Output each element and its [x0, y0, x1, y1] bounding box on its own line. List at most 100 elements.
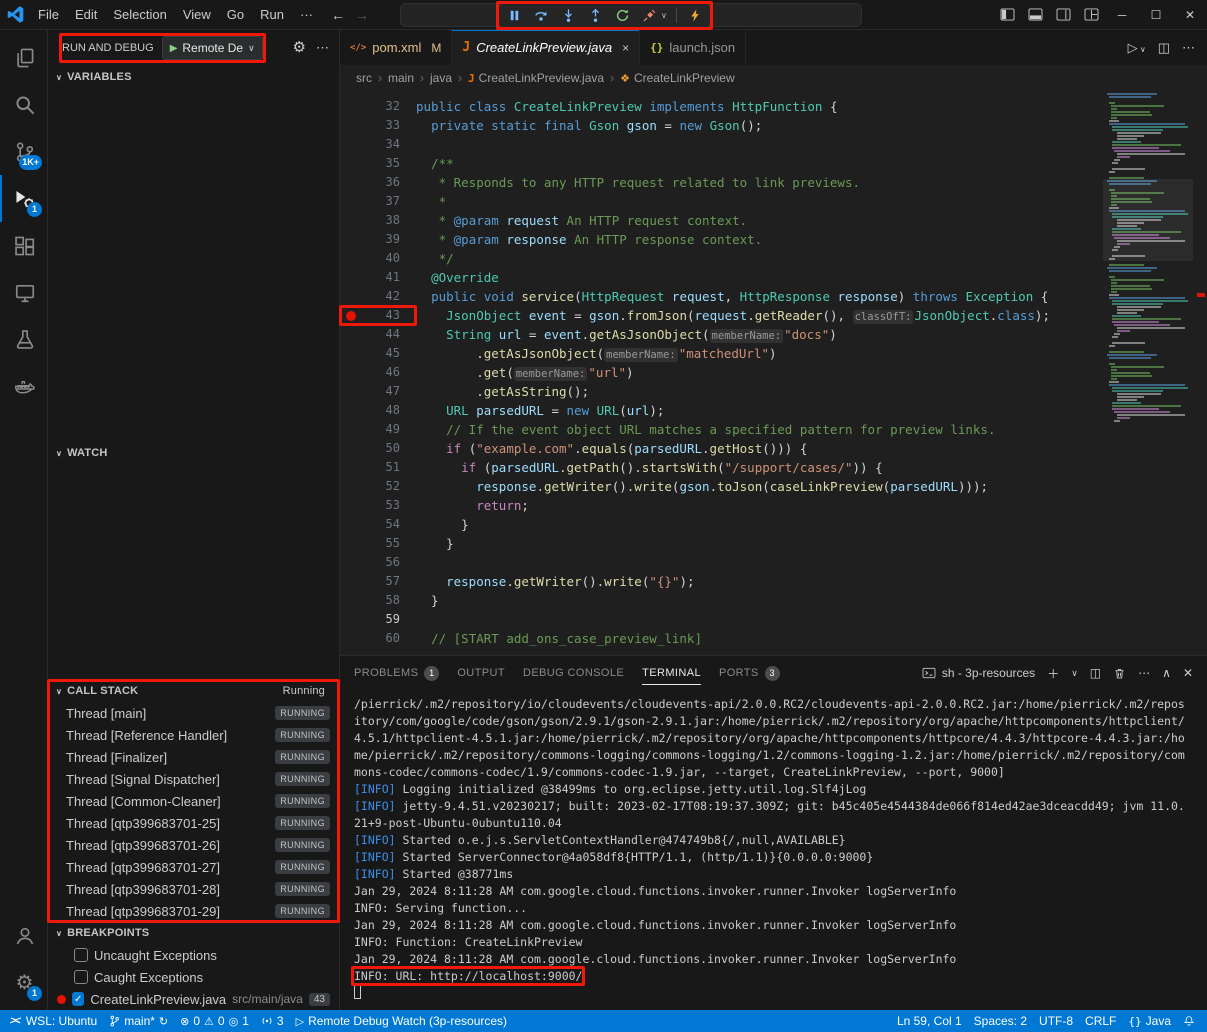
step-into-icon[interactable] — [559, 7, 577, 25]
activity-settings-icon[interactable]: ⚙1 — [0, 959, 47, 1006]
code-line[interactable]: 40 */ — [340, 249, 1097, 268]
pause-icon[interactable] — [505, 7, 523, 25]
maximize-button[interactable]: ☐ — [1139, 0, 1173, 30]
breakpoint-margin[interactable] — [340, 287, 362, 306]
thread-row[interactable]: Thread [Signal Dispatcher]RUNNING — [48, 768, 339, 790]
call-stack-header[interactable]: ∨ CALL STACK Running — [48, 680, 339, 702]
line-gutter[interactable]: 33 — [340, 116, 416, 135]
thread-row[interactable]: Thread [Reference Handler]RUNNING — [48, 724, 339, 746]
breakpoint-margin[interactable] — [340, 610, 362, 629]
line-gutter[interactable]: 55 — [340, 534, 416, 553]
code-line[interactable]: 44 String url = event.getAsJsonObject(me… — [340, 325, 1097, 344]
breakpoint-margin[interactable] — [340, 97, 362, 116]
menu-run[interactable]: Run — [252, 4, 292, 26]
step-over-icon[interactable] — [532, 7, 550, 25]
line-gutter[interactable]: 46 — [340, 363, 416, 382]
line-gutter[interactable]: 50 — [340, 439, 416, 458]
breakpoint-row[interactable]: Uncaught Exceptions — [48, 944, 339, 966]
line-gutter[interactable]: 35 — [340, 154, 416, 173]
line-gutter[interactable]: 41 — [340, 268, 416, 287]
code-line[interactable]: 38 * @param request An HTTP request cont… — [340, 211, 1097, 230]
breakpoint-margin[interactable] — [340, 401, 362, 420]
code-line[interactable]: 45 .getAsJsonObject(memberName:"matchedU… — [340, 344, 1097, 363]
line-gutter[interactable]: 56 — [340, 553, 416, 572]
activity-search-icon[interactable] — [0, 81, 47, 128]
tab-pom-xml[interactable]: </>pom.xmlM — [340, 30, 452, 65]
terminal-dropdown-icon[interactable]: ∨ — [1071, 668, 1078, 679]
panel-tab-output[interactable]: OUTPUT — [457, 656, 505, 690]
line-gutter[interactable]: 54 — [340, 515, 416, 534]
activity-extensions-icon[interactable] — [0, 222, 47, 269]
breakpoint-margin[interactable] — [340, 173, 362, 192]
line-gutter[interactable]: 42 — [340, 287, 416, 306]
close-tab-icon[interactable]: × — [622, 41, 629, 55]
code-line[interactable]: 58 } — [340, 591, 1097, 610]
menu-selection[interactable]: Selection — [105, 4, 174, 26]
breadcrumb-item[interactable]: JCreateLinkPreview.java — [468, 71, 604, 85]
activity-testing-icon[interactable] — [0, 316, 47, 363]
code-line[interactable]: 55 } — [340, 534, 1097, 553]
breakpoint-margin[interactable] — [340, 420, 362, 439]
breakpoint-checkbox[interactable] — [74, 948, 88, 962]
code-line[interactable]: 51 if (parsedURL.getPath().startsWith("/… — [340, 458, 1097, 477]
panel-tab-debug-console[interactable]: DEBUG CONSOLE — [523, 656, 624, 690]
language-mode[interactable]: {} Java — [1122, 1010, 1177, 1032]
minimize-button[interactable]: ─ — [1105, 0, 1139, 30]
breakpoint-margin[interactable] — [340, 116, 362, 135]
minimap-slider[interactable] — [1103, 179, 1193, 261]
breakpoint-margin[interactable] — [340, 325, 362, 344]
line-gutter[interactable]: 59 — [340, 610, 416, 629]
watch-header[interactable]: ∨ WATCH — [48, 442, 339, 464]
code-line[interactable]: 57 response.getWriter().write("{}"); — [340, 572, 1097, 591]
line-gutter[interactable]: 52 — [340, 477, 416, 496]
line-gutter[interactable]: 51 — [340, 458, 416, 477]
close-panel-icon[interactable]: ✕ — [1183, 666, 1193, 680]
terminal-instance-select[interactable]: sh - 3p-resources — [922, 666, 1035, 680]
thread-row[interactable]: Thread [Finalizer]RUNNING — [48, 746, 339, 768]
problems-status[interactable]: ⊗ 0 ⚠ 0 ◎ 1 — [174, 1010, 255, 1032]
launch-config-dropdown[interactable]: ▶ Remote De ∨ — [162, 36, 263, 60]
tab-launch-json[interactable]: {}launch.json — [640, 30, 746, 65]
breakpoint-margin[interactable] — [340, 268, 362, 287]
remote-indicator[interactable]: >< WSL: Ubuntu — [0, 1010, 103, 1032]
code-line[interactable]: 33 private static final Gson gson = new … — [340, 116, 1097, 135]
breakpoint-margin[interactable] — [340, 496, 362, 515]
code-line[interactable]: 32public class CreateLinkPreview impleme… — [340, 97, 1097, 116]
breakpoint-margin[interactable] — [340, 306, 362, 325]
line-gutter[interactable]: 37 — [340, 192, 416, 211]
eol-setting[interactable]: CRLF — [1079, 1010, 1122, 1032]
panel-more-actions-icon[interactable]: ⋯ — [1138, 666, 1150, 680]
line-gutter[interactable]: 58 — [340, 591, 416, 610]
menu-edit[interactable]: Edit — [67, 4, 105, 26]
code-line[interactable]: 53 return; — [340, 496, 1097, 515]
line-gutter[interactable]: 40 — [340, 249, 416, 268]
indentation-setting[interactable]: Spaces: 2 — [968, 1010, 1033, 1032]
code-line[interactable]: 43 JsonObject event = gson.fromJson(requ… — [340, 306, 1097, 325]
line-gutter[interactable]: 36 — [340, 173, 416, 192]
line-gutter[interactable]: 57 — [340, 572, 416, 591]
breakpoint-margin[interactable] — [340, 439, 362, 458]
breakpoint-icon[interactable] — [346, 311, 356, 321]
thread-row[interactable]: Thread [qtp399683701-27]RUNNING — [48, 856, 339, 878]
toggle-sidebar-icon[interactable] — [993, 0, 1021, 30]
line-gutter[interactable]: 47 — [340, 382, 416, 401]
breakpoints-header[interactable]: ∨ BREAKPOINTS — [48, 922, 339, 944]
breakpoint-margin[interactable] — [340, 382, 362, 401]
activity-explorer-icon[interactable] — [0, 34, 47, 81]
breakpoint-margin[interactable] — [340, 458, 362, 477]
activity-run-and-debug-icon[interactable]: 1 — [0, 175, 47, 222]
breakpoint-margin[interactable] — [340, 572, 362, 591]
activity-remote-explorer-icon[interactable] — [0, 269, 47, 316]
toggle-panel-icon[interactable] — [1021, 0, 1049, 30]
restart-icon[interactable] — [613, 7, 631, 25]
breakpoint-margin[interactable] — [340, 534, 362, 553]
cursor-position[interactable]: Ln 59, Col 1 — [891, 1010, 968, 1032]
thread-row[interactable]: Thread [qtp399683701-28]RUNNING — [48, 878, 339, 900]
breakpoint-margin[interactable] — [340, 591, 362, 610]
breakpoint-checkbox[interactable] — [74, 970, 88, 984]
menu-file[interactable]: File — [30, 4, 67, 26]
go-forward-icon[interactable]: → — [355, 7, 369, 23]
code-line[interactable]: 42 public void service(HttpRequest reque… — [340, 287, 1097, 306]
code-line[interactable]: 49 // If the event object URL matches a … — [340, 420, 1097, 439]
code-line[interactable]: 41 @Override — [340, 268, 1097, 287]
